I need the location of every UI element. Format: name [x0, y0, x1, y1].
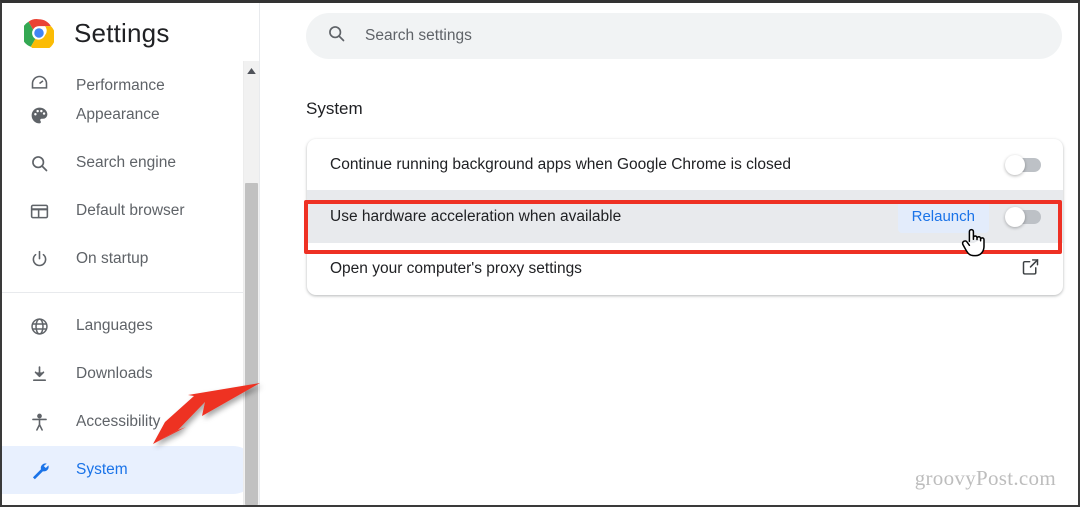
toggle-background-apps[interactable]: [1005, 154, 1041, 175]
wrench-icon: [28, 459, 50, 481]
search-placeholder: Search settings: [365, 27, 472, 44]
watermark: groovyPost.com: [914, 466, 1056, 490]
page-title: Settings: [74, 17, 170, 48]
settings-sidebar: Settings Performance Appearance Search e…: [2, 3, 260, 505]
scrollbar-thumb[interactable]: [245, 183, 258, 505]
sidebar-item-downloads[interactable]: Downloads: [2, 350, 257, 398]
accessibility-icon: [28, 411, 50, 433]
sidebar-item-label: Downloads: [76, 365, 153, 382]
sidebar-item-label: Search engine: [76, 154, 176, 171]
toggle-hardware-acceleration[interactable]: [1005, 206, 1041, 227]
download-icon: [28, 363, 50, 385]
search-input[interactable]: Search settings: [306, 13, 1062, 59]
sidebar-item-label: On startup: [76, 250, 149, 267]
sidebar-nav: Performance Appearance Search engine Def…: [2, 61, 259, 505]
sidebar-item-accessibility[interactable]: Accessibility: [2, 398, 257, 446]
settings-brand: Settings: [2, 3, 259, 63]
sidebar-divider: [2, 292, 259, 293]
table-row[interactable]: Continue running background apps when Go…: [307, 139, 1063, 191]
external-link-icon[interactable]: [1020, 256, 1041, 282]
globe-icon: [28, 315, 50, 337]
sidebar-item-performance[interactable]: Performance: [2, 61, 257, 91]
table-row[interactable]: Use hardware acceleration when available…: [307, 191, 1063, 243]
palette-icon: [28, 104, 50, 126]
sidebar-item-reset-and-clean-up[interactable]: Reset and clean up: [2, 494, 257, 505]
sidebar-item-appearance[interactable]: Appearance: [2, 91, 257, 139]
row-label-hardware-acceleration: Use hardware acceleration when available: [330, 207, 622, 225]
search-icon: [28, 152, 50, 174]
row-label-proxy-settings: Open your computer's proxy settings: [330, 260, 582, 277]
power-icon: [28, 248, 50, 270]
relaunch-button[interactable]: Relaunch: [897, 200, 989, 233]
row-label-background-apps: Continue running background apps when Go…: [330, 155, 791, 173]
sidebar-item-languages[interactable]: Languages: [2, 302, 257, 350]
sidebar-item-label: Performance: [76, 77, 165, 91]
sidebar-item-label: Appearance: [76, 106, 160, 123]
sidebar-item-label: System: [76, 461, 128, 478]
sidebar-item-default-browser[interactable]: Default browser: [2, 187, 257, 235]
search-icon: [326, 23, 347, 49]
settings-main: Search settings System Continue running …: [260, 3, 1078, 505]
table-row[interactable]: Open your computer's proxy settings: [307, 243, 1063, 295]
sidebar-item-on-startup[interactable]: On startup: [2, 235, 257, 283]
chrome-logo-icon: [21, 18, 56, 51]
sidebar-item-search-engine[interactable]: Search engine: [2, 139, 257, 187]
section-heading: System: [306, 99, 363, 118]
sidebar-scrollbar[interactable]: [243, 61, 259, 505]
browser-window-icon: [28, 200, 50, 222]
performance-icon: [28, 72, 50, 91]
sidebar-item-label: Languages: [76, 317, 153, 334]
system-settings-card: Continue running background apps when Go…: [307, 139, 1063, 295]
chrome-settings-window: Settings Performance Appearance Search e…: [0, 0, 1080, 507]
sidebar-item-label: Default browser: [76, 202, 185, 219]
sidebar-item-label: Accessibility: [76, 413, 161, 430]
triangle-up-icon[interactable]: [244, 63, 259, 79]
sidebar-item-system[interactable]: System: [2, 446, 257, 494]
